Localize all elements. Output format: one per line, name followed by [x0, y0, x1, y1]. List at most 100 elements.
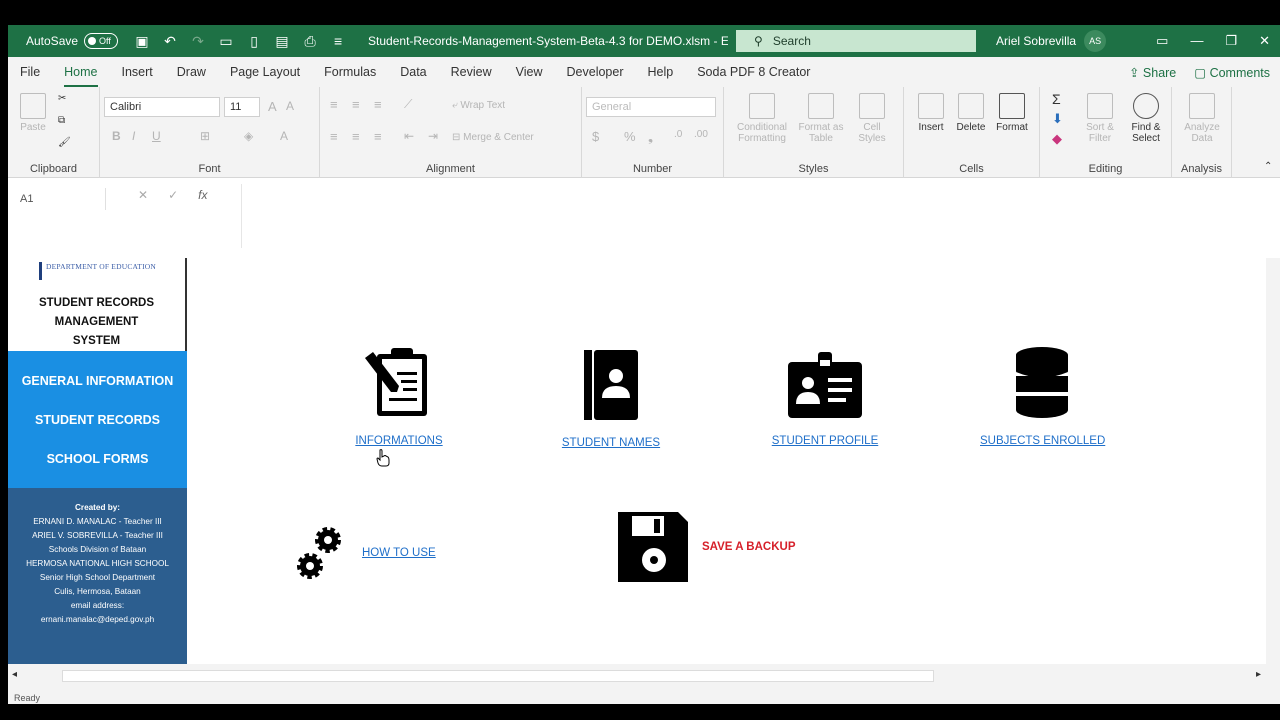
tab-insert[interactable]: Insert	[110, 65, 165, 79]
avatar[interactable]: AS	[1084, 30, 1107, 52]
grow-font-icon[interactable]: A	[268, 99, 277, 114]
underline-icon[interactable]: U	[152, 129, 161, 143]
undo-icon[interactable]: ↶	[162, 33, 178, 50]
tab-data[interactable]: Data	[388, 65, 438, 79]
tab-help[interactable]: Help	[636, 65, 686, 79]
informations-link[interactable]: INFORMATIONS	[355, 435, 442, 447]
decrease-decimal-icon[interactable]: .00	[694, 129, 708, 140]
save-icon[interactable]: ▣	[134, 33, 150, 50]
id-card-icon[interactable]	[786, 350, 864, 422]
increase-decimal-icon[interactable]: .0	[674, 129, 682, 140]
restore-icon[interactable]: ❐	[1225, 33, 1237, 49]
tab-home[interactable]: Home	[52, 65, 109, 87]
enter-icon[interactable]: ✓	[168, 188, 178, 202]
formula-input[interactable]	[241, 184, 1256, 248]
decrease-indent-icon[interactable]: ⇤	[404, 129, 414, 143]
print-icon[interactable]: ⎙	[302, 33, 318, 50]
comments-button[interactable]: ▢ Comments	[1194, 65, 1270, 80]
paste-button[interactable]: Paste	[18, 93, 48, 133]
sort-filter-button[interactable]: Sort & Filter	[1080, 93, 1120, 144]
subjects-enrolled-link[interactable]: SUBJECTS ENROLLED	[980, 435, 1105, 447]
scroll-left-icon[interactable]: ◂	[12, 669, 17, 680]
align-left-icon[interactable]: ≡	[330, 129, 338, 144]
number-format-select[interactable]: General	[586, 97, 716, 117]
increase-indent-icon[interactable]: ⇥	[428, 129, 438, 143]
user-account[interactable]: Ariel Sobrevilla AS	[996, 30, 1107, 52]
tab-page-layout[interactable]: Page Layout	[218, 65, 312, 79]
delete-cells-button[interactable]: Delete	[952, 93, 990, 133]
tab-developer[interactable]: Developer	[555, 65, 636, 79]
font-size-select[interactable]: 11	[224, 97, 260, 117]
wrap-text-button[interactable]: ⤶ Wrap Text	[452, 100, 505, 111]
font-name-select[interactable]: Calibri	[104, 97, 220, 117]
merge-center-button[interactable]: ⊟ Merge & Center	[452, 132, 534, 143]
autosave-toggle[interactable]: Off	[84, 33, 119, 49]
analyze-data-button[interactable]: Analyze Data	[1178, 93, 1226, 144]
align-top-icon[interactable]: ≡	[330, 97, 338, 112]
currency-icon[interactable]: $	[592, 129, 599, 144]
clear-icon[interactable]: ◆	[1052, 131, 1062, 147]
scroll-thumb[interactable]	[62, 670, 934, 682]
insert-function-icon[interactable]: fx	[198, 188, 207, 202]
tab-formulas[interactable]: Formulas	[312, 65, 388, 79]
ribbon-display-icon[interactable]: ▭	[1156, 33, 1168, 49]
align-middle-icon[interactable]: ≡	[352, 97, 360, 112]
student-profile-link[interactable]: STUDENT PROFILE	[772, 435, 879, 447]
contacts-book-icon[interactable]	[580, 348, 642, 422]
database-icon[interactable]	[1013, 346, 1071, 420]
fill-icon[interactable]: ⬇	[1052, 111, 1063, 127]
redo-icon[interactable]: ↷	[190, 33, 206, 50]
tab-soda-pdf[interactable]: Soda PDF 8 Creator	[685, 65, 822, 79]
cut-icon[interactable]: ✂	[58, 93, 66, 104]
scroll-right-icon[interactable]: ▸	[1256, 669, 1261, 680]
tab-draw[interactable]: Draw	[165, 65, 218, 79]
align-right-icon[interactable]: ≡	[374, 129, 382, 144]
tab-file[interactable]: File	[8, 65, 52, 79]
align-bottom-icon[interactable]: ≡	[374, 97, 382, 112]
open-folder-icon[interactable]: ▭	[218, 33, 234, 50]
new-file-icon[interactable]: ▯	[246, 33, 262, 50]
vertical-scrollbar[interactable]	[1266, 258, 1280, 688]
clipboard-pencil-icon[interactable]	[363, 346, 435, 420]
search-box[interactable]: ⚲ Search	[736, 30, 977, 52]
align-center-icon[interactable]: ≡	[352, 129, 360, 144]
close-icon[interactable]: ✕	[1259, 33, 1270, 49]
format-as-table-button[interactable]: Format as Table	[796, 93, 846, 144]
shrink-font-icon[interactable]: A	[286, 99, 294, 113]
borders-icon[interactable]: ⊞	[200, 129, 210, 143]
format-cells-button[interactable]: Format	[992, 93, 1032, 133]
cell-styles-button[interactable]: Cell Styles	[850, 93, 894, 144]
comma-icon[interactable]: ❟	[648, 129, 653, 145]
customize-qat-icon[interactable]: ≡	[330, 33, 346, 50]
orientation-icon[interactable]: ⟋	[404, 97, 412, 112]
font-color-icon[interactable]: A	[280, 129, 288, 143]
collapse-ribbon-icon[interactable]: ⌃	[1264, 161, 1272, 172]
save-backup-button[interactable]: SAVE A BACKUP	[702, 541, 796, 553]
cancel-icon[interactable]: ✕	[138, 188, 148, 202]
tab-view[interactable]: View	[504, 65, 555, 79]
autosum-icon[interactable]: Σ	[1052, 91, 1061, 107]
name-box[interactable]: A1	[8, 188, 106, 210]
pdf-icon[interactable]: ▤	[274, 33, 290, 50]
minimize-icon[interactable]: —	[1190, 33, 1203, 49]
nav-school-forms[interactable]: SCHOOL FORMS	[8, 452, 187, 466]
conditional-formatting-button[interactable]: Conditional Formatting	[732, 93, 792, 144]
nav-student-records[interactable]: STUDENT RECORDS	[8, 413, 187, 427]
student-names-link[interactable]: STUDENT NAMES	[562, 437, 660, 449]
floppy-disk-icon[interactable]	[614, 508, 692, 586]
fill-color-icon[interactable]: ◈	[244, 129, 253, 143]
nav-general-information[interactable]: GENERAL INFORMATION	[8, 374, 187, 388]
format-painter-icon[interactable]: 🖌	[58, 137, 71, 148]
italic-icon[interactable]: I	[132, 129, 135, 143]
horizontal-scrollbar[interactable]: ◂ ▸	[8, 664, 1266, 688]
percent-icon[interactable]: %	[624, 129, 636, 144]
how-to-use-link[interactable]: HOW TO USE	[362, 547, 436, 559]
tab-review[interactable]: Review	[439, 65, 504, 79]
copy-icon[interactable]: ⧉	[58, 115, 65, 126]
share-button[interactable]: ⇪ Share	[1129, 65, 1176, 80]
gears-icon[interactable]	[292, 522, 348, 584]
insert-cells-button[interactable]: Insert	[912, 93, 950, 133]
find-select-button[interactable]: Find & Select	[1124, 93, 1168, 144]
bold-icon[interactable]: B	[112, 129, 121, 143]
autosave-control[interactable]: AutoSave Off	[26, 33, 119, 49]
